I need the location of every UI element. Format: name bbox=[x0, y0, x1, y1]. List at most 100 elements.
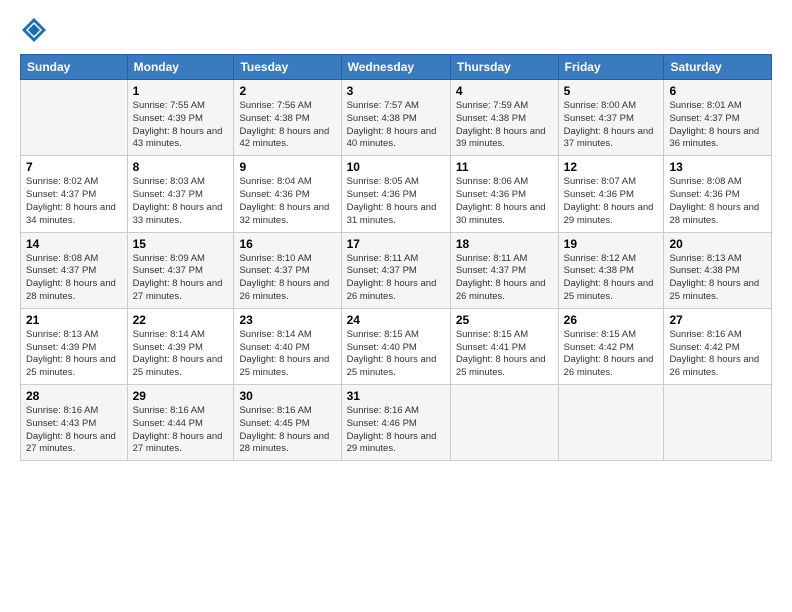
day-info: Sunrise: 8:16 AMSunset: 4:44 PMDaylight:… bbox=[133, 405, 229, 456]
col-header-sunday: Sunday bbox=[21, 55, 128, 80]
day-cell: 12 Sunrise: 8:07 AMSunset: 4:36 PMDayligh… bbox=[558, 156, 664, 232]
day-cell: 30 Sunrise: 8:16 AMSunset: 4:45 PMDayligh… bbox=[234, 385, 341, 461]
day-info: Sunrise: 8:01 AMSunset: 4:37 PMDaylight:… bbox=[669, 100, 766, 151]
day-cell: 10Sunrise: 8:05 AMSunset: 4:36 PMDayligh… bbox=[341, 156, 450, 232]
day-cell: 16Sunrise: 8:10 AMSunset: 4:37 PMDayligh… bbox=[234, 232, 341, 308]
day-cell: 7Sunrise: 8:02 AMSunset: 4:37 PMDaylight… bbox=[21, 156, 128, 232]
day-cell: 27 Sunrise: 8:16 AMSunset: 4:42 PMDayligh… bbox=[664, 308, 772, 384]
logo bbox=[20, 16, 52, 44]
day-cell bbox=[558, 385, 664, 461]
day-number: 7 bbox=[26, 160, 122, 174]
page: SundayMondayTuesdayWednesdayThursdayFrid… bbox=[0, 0, 792, 612]
day-cell: 15 Sunrise: 8:09 AMSunset: 4:37 PMDayligh… bbox=[127, 232, 234, 308]
day-info: Sunrise: 8:14 AMSunset: 4:40 PMDaylight:… bbox=[239, 329, 335, 380]
day-number: 11 bbox=[456, 160, 553, 174]
day-number: 18 bbox=[456, 237, 553, 251]
day-cell: 11 Sunrise: 8:06 AMSunset: 4:36 PMDayligh… bbox=[450, 156, 558, 232]
day-info: Sunrise: 8:15 AMSunset: 4:42 PMDaylight:… bbox=[564, 329, 659, 380]
col-header-monday: Monday bbox=[127, 55, 234, 80]
day-info: Sunrise: 8:00 AMSunset: 4:37 PMDaylight:… bbox=[564, 100, 659, 151]
day-cell: 3Sunrise: 7:57 AMSunset: 4:38 PMDaylight… bbox=[341, 80, 450, 156]
day-cell: 1 Sunrise: 7:55 AMSunset: 4:39 PMDaylight… bbox=[127, 80, 234, 156]
day-number: 19 bbox=[564, 237, 659, 251]
day-number: 4 bbox=[456, 84, 553, 98]
day-number: 27 bbox=[669, 313, 766, 327]
col-header-friday: Friday bbox=[558, 55, 664, 80]
day-info: Sunrise: 7:55 AMSunset: 4:39 PMDaylight:… bbox=[133, 100, 229, 151]
day-cell: 23 Sunrise: 8:14 AMSunset: 4:40 PMDayligh… bbox=[234, 308, 341, 384]
day-info: Sunrise: 8:16 AMSunset: 4:42 PMDaylight:… bbox=[669, 329, 766, 380]
day-number: 20 bbox=[669, 237, 766, 251]
day-number: 12 bbox=[564, 160, 659, 174]
day-info: Sunrise: 8:04 AMSunset: 4:36 PMDaylight:… bbox=[239, 176, 335, 227]
col-header-tuesday: Tuesday bbox=[234, 55, 341, 80]
week-row-4: 28 Sunrise: 8:16 AMSunset: 4:43 PMDayligh… bbox=[21, 385, 772, 461]
day-cell: 21Sunrise: 8:13 AMSunset: 4:39 PMDayligh… bbox=[21, 308, 128, 384]
day-cell: 2 Sunrise: 7:56 AMSunset: 4:38 PMDaylight… bbox=[234, 80, 341, 156]
day-number: 6 bbox=[669, 84, 766, 98]
day-number: 15 bbox=[133, 237, 229, 251]
day-cell bbox=[664, 385, 772, 461]
day-info: Sunrise: 8:07 AMSunset: 4:36 PMDaylight:… bbox=[564, 176, 659, 227]
day-cell: 13 Sunrise: 8:08 AMSunset: 4:36 PMDayligh… bbox=[664, 156, 772, 232]
day-number: 25 bbox=[456, 313, 553, 327]
day-cell: 29 Sunrise: 8:16 AMSunset: 4:44 PMDayligh… bbox=[127, 385, 234, 461]
day-cell: 5 Sunrise: 8:00 AMSunset: 4:37 PMDaylight… bbox=[558, 80, 664, 156]
day-number: 29 bbox=[133, 389, 229, 403]
day-info: Sunrise: 8:08 AMSunset: 4:36 PMDaylight:… bbox=[669, 176, 766, 227]
day-number: 9 bbox=[239, 160, 335, 174]
day-number: 30 bbox=[239, 389, 335, 403]
day-info: Sunrise: 8:15 AMSunset: 4:41 PMDaylight:… bbox=[456, 329, 553, 380]
day-cell: 25 Sunrise: 8:15 AMSunset: 4:41 PMDayligh… bbox=[450, 308, 558, 384]
day-cell: 8 Sunrise: 8:03 AMSunset: 4:37 PMDaylight… bbox=[127, 156, 234, 232]
day-number: 28 bbox=[26, 389, 122, 403]
col-header-thursday: Thursday bbox=[450, 55, 558, 80]
day-number: 1 bbox=[133, 84, 229, 98]
day-info: Sunrise: 8:16 AMSunset: 4:43 PMDaylight:… bbox=[26, 405, 122, 456]
day-info: Sunrise: 8:08 AMSunset: 4:37 PMDaylight:… bbox=[26, 253, 122, 304]
day-number: 10 bbox=[347, 160, 445, 174]
day-info: Sunrise: 8:16 AMSunset: 4:46 PMDaylight:… bbox=[347, 405, 445, 456]
day-number: 2 bbox=[239, 84, 335, 98]
day-cell: 20 Sunrise: 8:13 AMSunset: 4:38 PMDayligh… bbox=[664, 232, 772, 308]
col-header-wednesday: Wednesday bbox=[341, 55, 450, 80]
day-number: 31 bbox=[347, 389, 445, 403]
day-info: Sunrise: 8:13 AMSunset: 4:39 PMDaylight:… bbox=[26, 329, 122, 380]
day-info: Sunrise: 8:06 AMSunset: 4:36 PMDaylight:… bbox=[456, 176, 553, 227]
day-cell: 18 Sunrise: 8:11 AMSunset: 4:37 PMDayligh… bbox=[450, 232, 558, 308]
day-cell: 9 Sunrise: 8:04 AMSunset: 4:36 PMDaylight… bbox=[234, 156, 341, 232]
day-cell: 24Sunrise: 8:15 AMSunset: 4:40 PMDayligh… bbox=[341, 308, 450, 384]
day-cell: 6 Sunrise: 8:01 AMSunset: 4:37 PMDaylight… bbox=[664, 80, 772, 156]
day-number: 22 bbox=[133, 313, 229, 327]
day-info: Sunrise: 8:03 AMSunset: 4:37 PMDaylight:… bbox=[133, 176, 229, 227]
day-number: 26 bbox=[564, 313, 659, 327]
day-info: Sunrise: 7:59 AMSunset: 4:38 PMDaylight:… bbox=[456, 100, 553, 151]
day-info: Sunrise: 8:11 AMSunset: 4:37 PMDaylight:… bbox=[347, 253, 445, 304]
week-row-0: 1 Sunrise: 7:55 AMSunset: 4:39 PMDaylight… bbox=[21, 80, 772, 156]
day-info: Sunrise: 7:57 AMSunset: 4:38 PMDaylight:… bbox=[347, 100, 445, 151]
day-cell: 14 Sunrise: 8:08 AMSunset: 4:37 PMDayligh… bbox=[21, 232, 128, 308]
day-info: Sunrise: 8:12 AMSunset: 4:38 PMDaylight:… bbox=[564, 253, 659, 304]
day-info: Sunrise: 8:15 AMSunset: 4:40 PMDaylight:… bbox=[347, 329, 445, 380]
day-info: Sunrise: 8:09 AMSunset: 4:37 PMDaylight:… bbox=[133, 253, 229, 304]
day-cell bbox=[21, 80, 128, 156]
col-header-saturday: Saturday bbox=[664, 55, 772, 80]
day-number: 5 bbox=[564, 84, 659, 98]
day-cell bbox=[450, 385, 558, 461]
day-cell: 4 Sunrise: 7:59 AMSunset: 4:38 PMDaylight… bbox=[450, 80, 558, 156]
day-number: 14 bbox=[26, 237, 122, 251]
day-number: 23 bbox=[239, 313, 335, 327]
day-number: 8 bbox=[133, 160, 229, 174]
week-row-3: 21Sunrise: 8:13 AMSunset: 4:39 PMDayligh… bbox=[21, 308, 772, 384]
day-info: Sunrise: 8:13 AMSunset: 4:38 PMDaylight:… bbox=[669, 253, 766, 304]
day-info: Sunrise: 8:11 AMSunset: 4:37 PMDaylight:… bbox=[456, 253, 553, 304]
day-number: 17 bbox=[347, 237, 445, 251]
day-info: Sunrise: 8:14 AMSunset: 4:39 PMDaylight:… bbox=[133, 329, 229, 380]
day-cell: 28 Sunrise: 8:16 AMSunset: 4:43 PMDayligh… bbox=[21, 385, 128, 461]
day-info: Sunrise: 7:56 AMSunset: 4:38 PMDaylight:… bbox=[239, 100, 335, 151]
day-info: Sunrise: 8:16 AMSunset: 4:45 PMDaylight:… bbox=[239, 405, 335, 456]
day-number: 13 bbox=[669, 160, 766, 174]
day-number: 16 bbox=[239, 237, 335, 251]
calendar-table: SundayMondayTuesdayWednesdayThursdayFrid… bbox=[20, 54, 772, 461]
header bbox=[20, 16, 772, 44]
